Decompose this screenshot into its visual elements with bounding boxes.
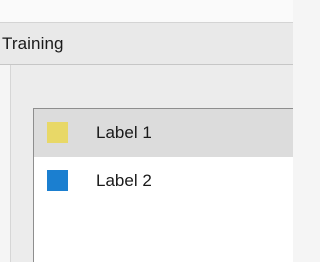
training-title: Training xyxy=(2,34,64,53)
label-name: Label 2 xyxy=(96,171,152,190)
label-list-item-2[interactable]: Label 2 xyxy=(34,157,293,205)
label-list[interactable]: Label 1 Label 2 xyxy=(33,108,293,262)
color-swatch-icon xyxy=(47,122,68,143)
color-swatch-icon xyxy=(47,170,68,191)
label-name: Label 1 xyxy=(96,123,152,142)
label-list-item-1[interactable]: Label 1 xyxy=(34,109,293,157)
training-header: Training xyxy=(0,22,293,65)
top-strip xyxy=(0,0,293,22)
